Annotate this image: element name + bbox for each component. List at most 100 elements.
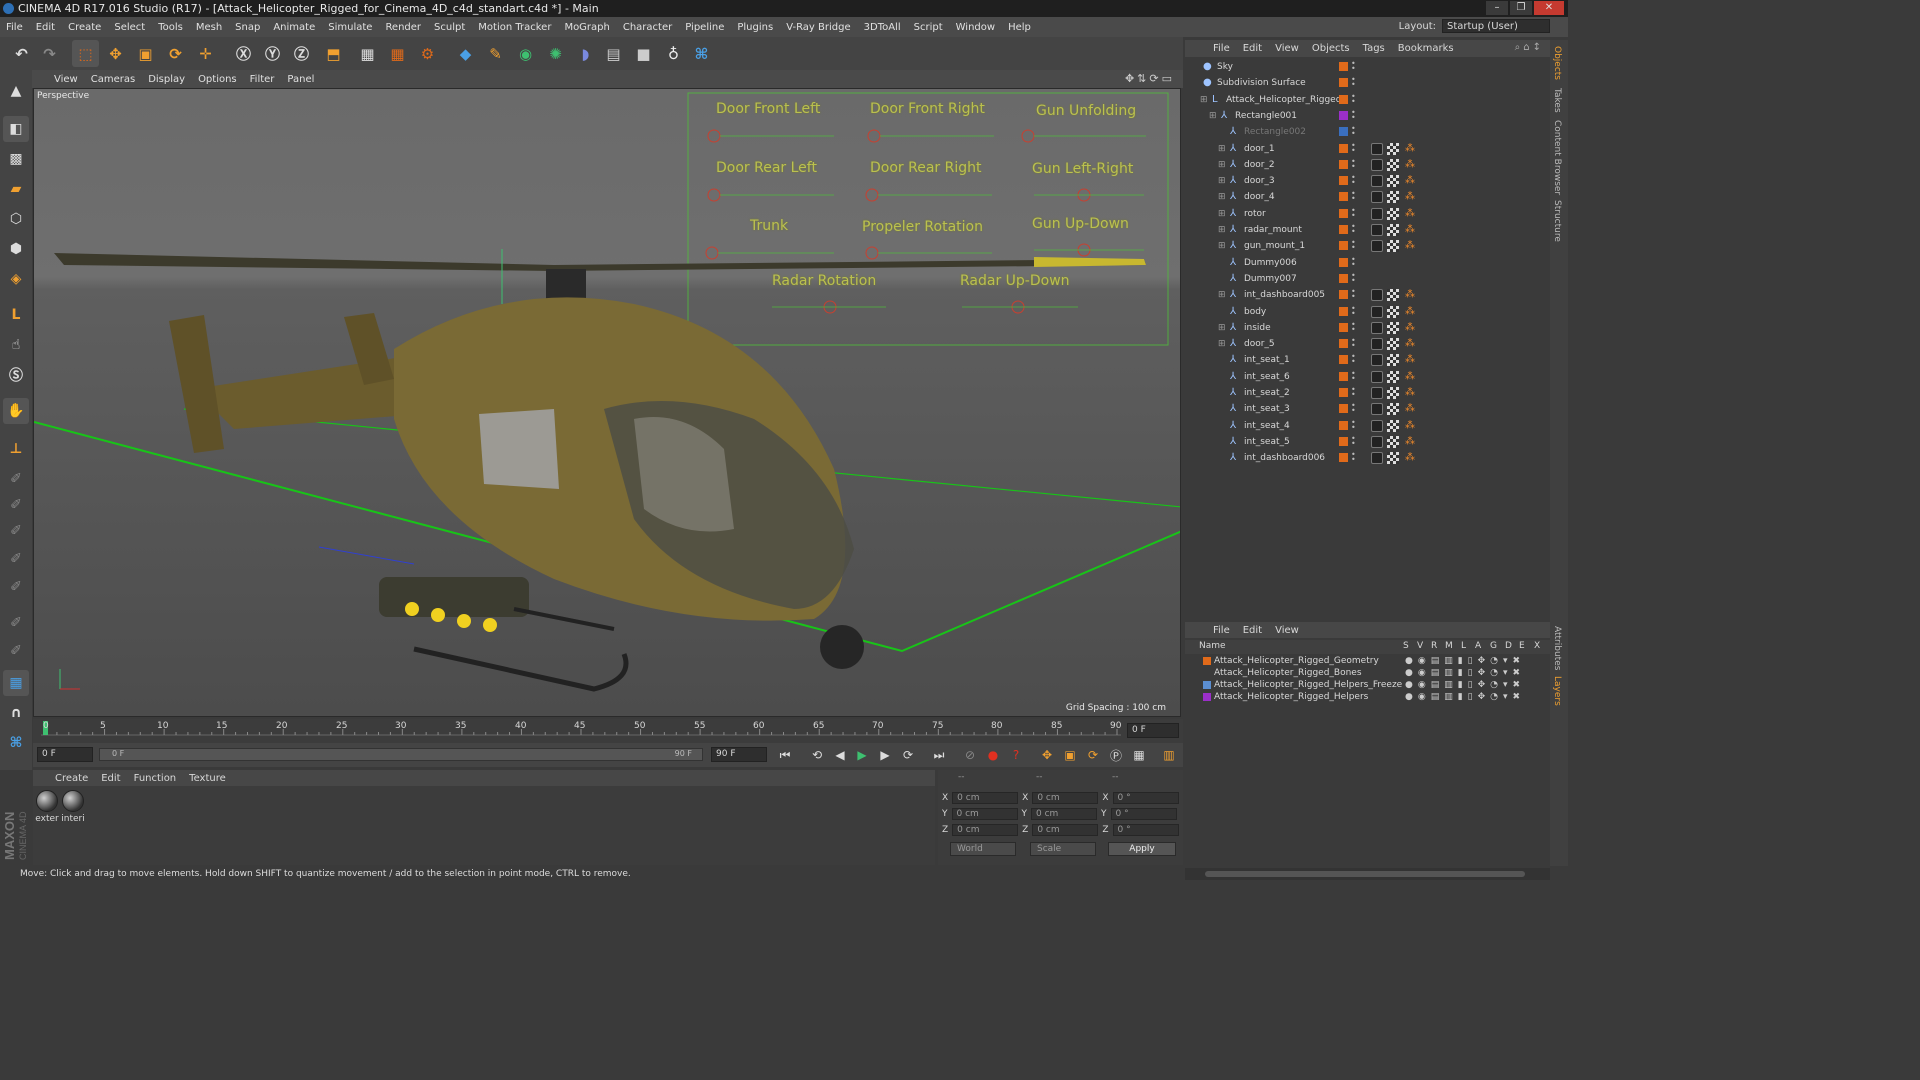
object-row[interactable]: ⊞ ⅄ door_4 • • ⁂ (1185, 189, 1550, 205)
object-row[interactable]: ● Subdivision Surface • • (1185, 75, 1550, 91)
visibility-dots-icon[interactable]: • • (1351, 239, 1356, 252)
menu-motion-tracker[interactable]: Motion Tracker (478, 22, 551, 33)
sculpt-pinch-icon[interactable]: ✐ (3, 638, 29, 664)
visibility-dots-icon[interactable]: • • (1351, 386, 1356, 399)
object-row[interactable]: ⅄ int_seat_4 • • ⁂ (1185, 418, 1550, 434)
size-y-field[interactable]: 0 cm (1031, 808, 1097, 820)
material-menu-create[interactable]: Create (55, 773, 88, 784)
menu-help[interactable]: Help (1008, 22, 1031, 33)
weight-tag-icon[interactable]: ⁂ (1405, 306, 1415, 316)
pen-icon[interactable]: ✎ (482, 40, 509, 67)
key-param-icon[interactable]: Ⓟ (1106, 746, 1126, 764)
texture-tag-icon[interactable] (1387, 158, 1399, 171)
layer-color-swatch[interactable] (1339, 127, 1348, 137)
material-tag-icon[interactable] (1371, 289, 1383, 302)
minimize-button[interactable]: – (1486, 1, 1508, 15)
timeline-window-icon[interactable]: ▥ (1159, 746, 1179, 764)
texture-tag-icon[interactable] (1387, 338, 1399, 351)
object-name[interactable]: Dummy006 (1244, 255, 1297, 271)
rotation-h-field[interactable]: 0 ° (1112, 792, 1179, 804)
object-row[interactable]: ⅄ int_seat_6 • • ⁂ (1185, 369, 1550, 385)
menu-mesh[interactable]: Mesh (196, 22, 222, 33)
layer-color-swatch[interactable] (1339, 192, 1348, 202)
autokey-icon[interactable]: ? (1006, 746, 1026, 764)
layout-select[interactable]: Startup (User) (1442, 19, 1550, 33)
object-name[interactable]: Rectangle001 (1235, 108, 1297, 124)
material-tag-icon[interactable] (1371, 175, 1383, 188)
material-tag-icon[interactable] (1371, 387, 1383, 399)
move-icon[interactable]: ✥ (102, 40, 129, 67)
object-menu-bookmarks[interactable]: Bookmarks (1398, 43, 1454, 54)
control-door-front-right[interactable]: Door Front Right (870, 101, 985, 117)
tab-content-browser[interactable]: Content Browser (1552, 120, 1562, 195)
texture-tag-icon[interactable] (1387, 175, 1399, 188)
object-name[interactable]: inside (1244, 320, 1271, 336)
size-z-field[interactable]: 0 cm (1032, 824, 1099, 836)
sculpt-brush-icon[interactable]: ✐ (3, 466, 29, 492)
texture-tag-icon[interactable] (1387, 370, 1399, 383)
texture-mode-icon[interactable]: ▩ (3, 146, 29, 172)
object-row[interactable]: ⊞ ⅄ door_5 • • ⁂ (1185, 336, 1550, 352)
expand-toggle-icon[interactable]: ⊞ (1209, 108, 1217, 124)
layer-row[interactable]: Attack_Helicopter_Rigged_Geometry ●◉▤▥▮▯✥… (1185, 655, 1550, 667)
material-tag-icon[interactable] (1371, 305, 1383, 318)
position-x-field[interactable]: 0 cm (952, 792, 1019, 804)
tweak-mode-icon[interactable]: ☝ (3, 332, 29, 358)
menu-render[interactable]: Render (385, 22, 421, 33)
visibility-dots-icon[interactable]: • • (1351, 206, 1356, 219)
object-row[interactable]: ⅄ Dummy006 • • (1185, 255, 1550, 271)
object-name[interactable]: int_seat_4 (1244, 418, 1290, 434)
menu-simulate[interactable]: Simulate (328, 22, 372, 33)
sculpt-inflate-icon[interactable]: ✐ (3, 610, 29, 636)
visibility-dots-icon[interactable]: • • (1351, 288, 1356, 301)
control-trunk[interactable]: Trunk (750, 218, 788, 234)
object-name[interactable]: int_seat_2 (1244, 385, 1290, 401)
material-exter[interactable]: exter (35, 790, 59, 824)
object-row[interactable]: ⊞ ⅄ door_3 • • ⁂ (1185, 173, 1550, 189)
tab-attributes[interactable]: Attributes (1552, 626, 1562, 670)
polygons-mode-icon[interactable]: ◈ (3, 266, 29, 292)
layer-color-swatch[interactable] (1339, 404, 1348, 414)
texture-tag-icon[interactable] (1387, 240, 1399, 253)
layer-color-swatch[interactable] (1339, 322, 1348, 332)
light-icon[interactable]: ♁ (660, 40, 687, 67)
texture-tag-icon[interactable] (1387, 452, 1399, 465)
next-frame-icon[interactable]: ▶ (875, 746, 895, 764)
sculpt-smooth-icon[interactable]: ✐ (3, 518, 29, 544)
layer-color-swatch[interactable] (1339, 94, 1348, 104)
object-name[interactable]: Attack_Helicopter_Rigged (1226, 92, 1341, 108)
expand-toggle-icon[interactable]: ⊞ (1218, 336, 1226, 352)
layer-color-swatch[interactable] (1339, 355, 1348, 365)
visibility-dots-icon[interactable]: • • (1351, 223, 1356, 236)
object-menu-objects[interactable]: Objects (1312, 43, 1350, 54)
object-name[interactable]: gun_mount_1 (1244, 238, 1305, 254)
material-tag-icon[interactable] (1371, 240, 1383, 253)
material-menu-function[interactable]: Function (134, 773, 177, 784)
object-name[interactable]: Sky (1217, 59, 1233, 75)
prev-key-icon[interactable]: ⟲ (807, 746, 827, 764)
visibility-dots-icon[interactable]: • • (1351, 353, 1356, 366)
weight-tag-icon[interactable]: ⁂ (1405, 404, 1415, 414)
layer-flags-icons[interactable]: ●◉▤▥▮▯✥◔▾✖ (1405, 667, 1525, 679)
viewport-nav-icons[interactable]: ✥⇅⟳▭ (1125, 72, 1175, 85)
object-name[interactable]: int_seat_3 (1244, 401, 1290, 417)
visibility-dots-icon[interactable]: • • (1351, 369, 1356, 382)
material-interi[interactable]: interi (61, 790, 85, 824)
viewport-menu-view[interactable]: View (54, 74, 78, 85)
points-mode-icon[interactable]: ⬡ (3, 206, 29, 232)
control-door-rear-right[interactable]: Door Rear Right (870, 160, 981, 176)
texture-tag-icon[interactable] (1387, 207, 1399, 220)
control-gun-up-down[interactable]: Gun Up-Down (1032, 216, 1129, 232)
object-row[interactable]: ⊞ ⅄ gun_mount_1 • • ⁂ (1185, 238, 1550, 254)
3d-viewport[interactable]: Perspective Door Front Left Door Front R… (33, 88, 1181, 717)
layer-name[interactable]: Attack_Helicopter_Rigged_Geometry (1214, 655, 1379, 667)
menu-vray-bridge[interactable]: V-Ray Bridge (786, 22, 850, 33)
texture-tag-icon[interactable] (1387, 142, 1399, 155)
layer-color-swatch[interactable] (1339, 208, 1348, 218)
floor-icon[interactable]: ▤ (600, 40, 627, 67)
sculpt-grab-icon[interactable]: ✐ (3, 574, 29, 600)
weight-tag-icon[interactable]: ⁂ (1405, 143, 1415, 153)
layer-color-swatch[interactable] (1339, 110, 1348, 120)
texture-tag-icon[interactable] (1387, 224, 1399, 236)
menu-script[interactable]: Script (914, 22, 943, 33)
